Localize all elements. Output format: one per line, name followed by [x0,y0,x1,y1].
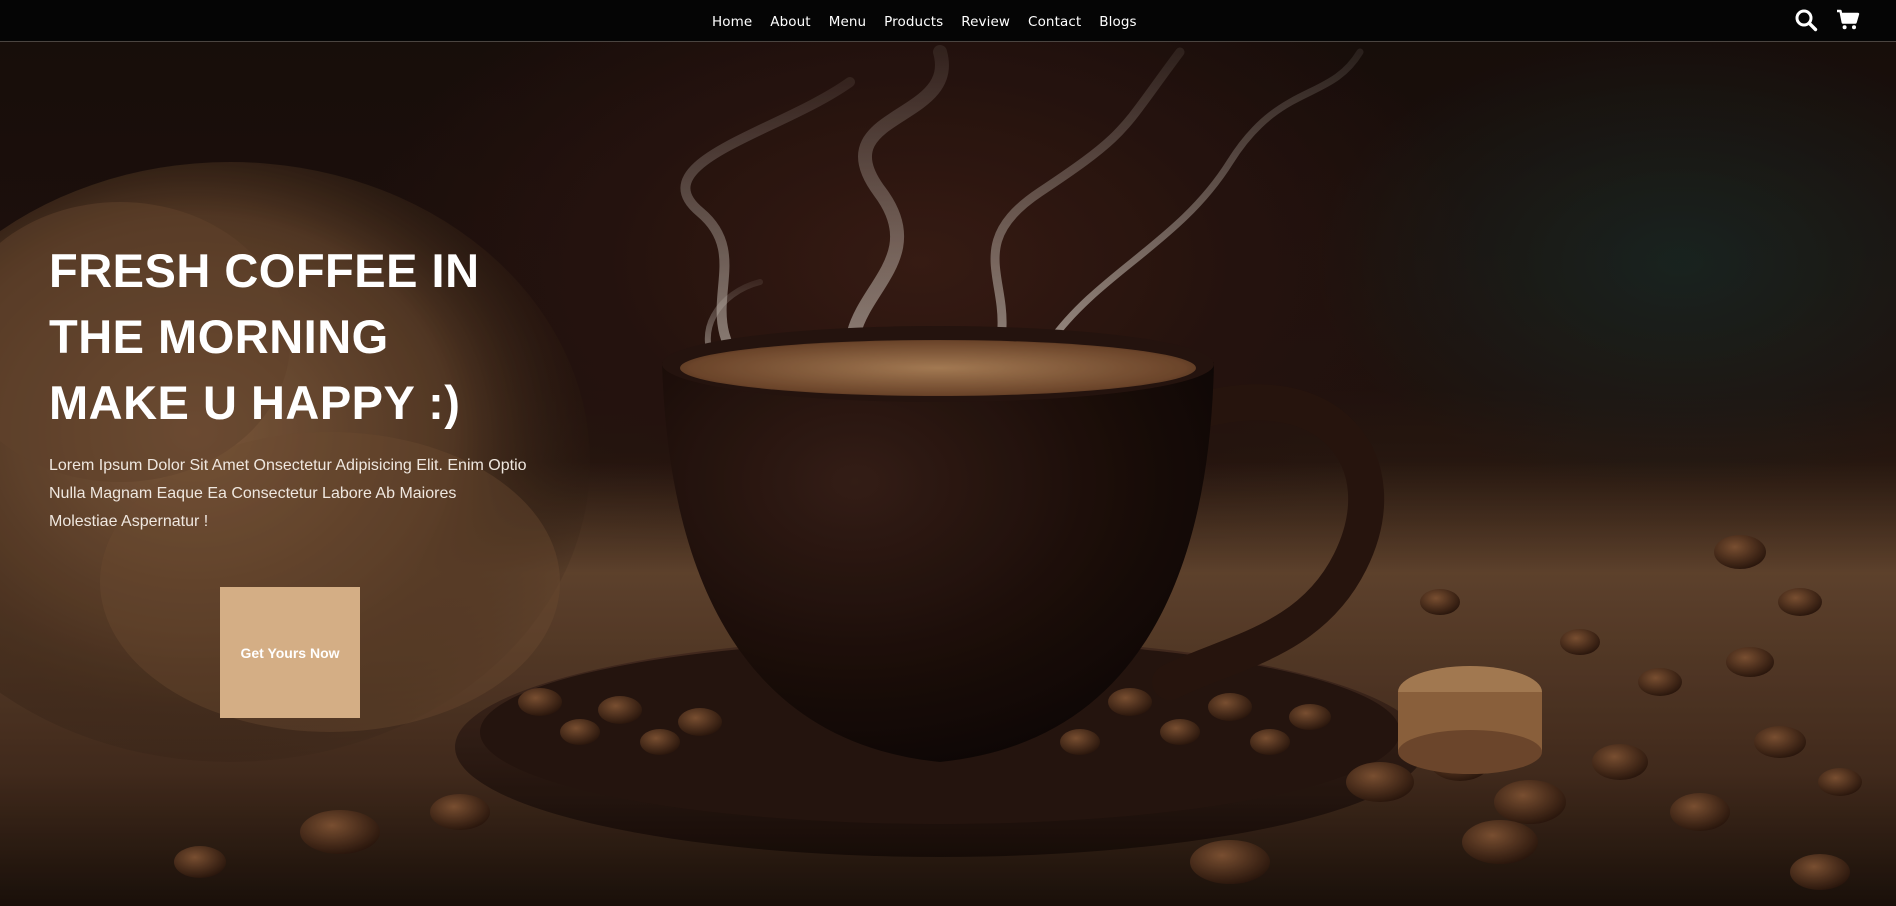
cart-icon[interactable] [1836,8,1860,32]
nav-link-blogs[interactable]: Blogs [1099,14,1136,30]
hero-content: FRESH COFFEE IN THE MORNING MAKE U HAPPY… [49,238,549,536]
hero-title: FRESH COFFEE IN THE MORNING MAKE U HAPPY… [49,238,509,436]
nav-link-about[interactable]: About [770,14,810,30]
hero-title-line-2: THE MORNING [49,310,389,363]
nav-item-blogs: Blogs [1099,11,1136,30]
navbar: Home About Menu Products Review Contact … [0,0,1896,42]
nav-item-products: Products [884,11,943,30]
nav-link-products[interactable]: Products [884,14,943,30]
nav-link-home[interactable]: Home [712,14,752,30]
hero-description: Lorem Ipsum Dolor Sit Amet Onsectetur Ad… [49,457,527,530]
nav-link-review[interactable]: Review [961,14,1010,30]
nav-item-review: Review [961,11,1010,30]
nav-link-contact[interactable]: Contact [1028,14,1081,30]
nav-item-home: Home [712,11,752,30]
get-yours-now-button[interactable]: Get Yours Now [220,587,360,718]
nav-links: Home About Menu Products Review Contact … [712,0,1137,41]
nav-item-menu: Menu [829,11,866,30]
search-icon[interactable] [1794,8,1818,32]
nav-link-menu[interactable]: Menu [829,14,866,30]
nav-icons [1794,8,1860,32]
nav-item-contact: Contact [1028,11,1081,30]
hero-title-line-1: FRESH COFFEE IN [49,244,480,297]
hero-section: FRESH COFFEE IN THE MORNING MAKE U HAPPY… [0,42,1896,906]
hero-title-line-3: MAKE U HAPPY :) [49,376,461,429]
nav-item-about: About [770,11,810,30]
